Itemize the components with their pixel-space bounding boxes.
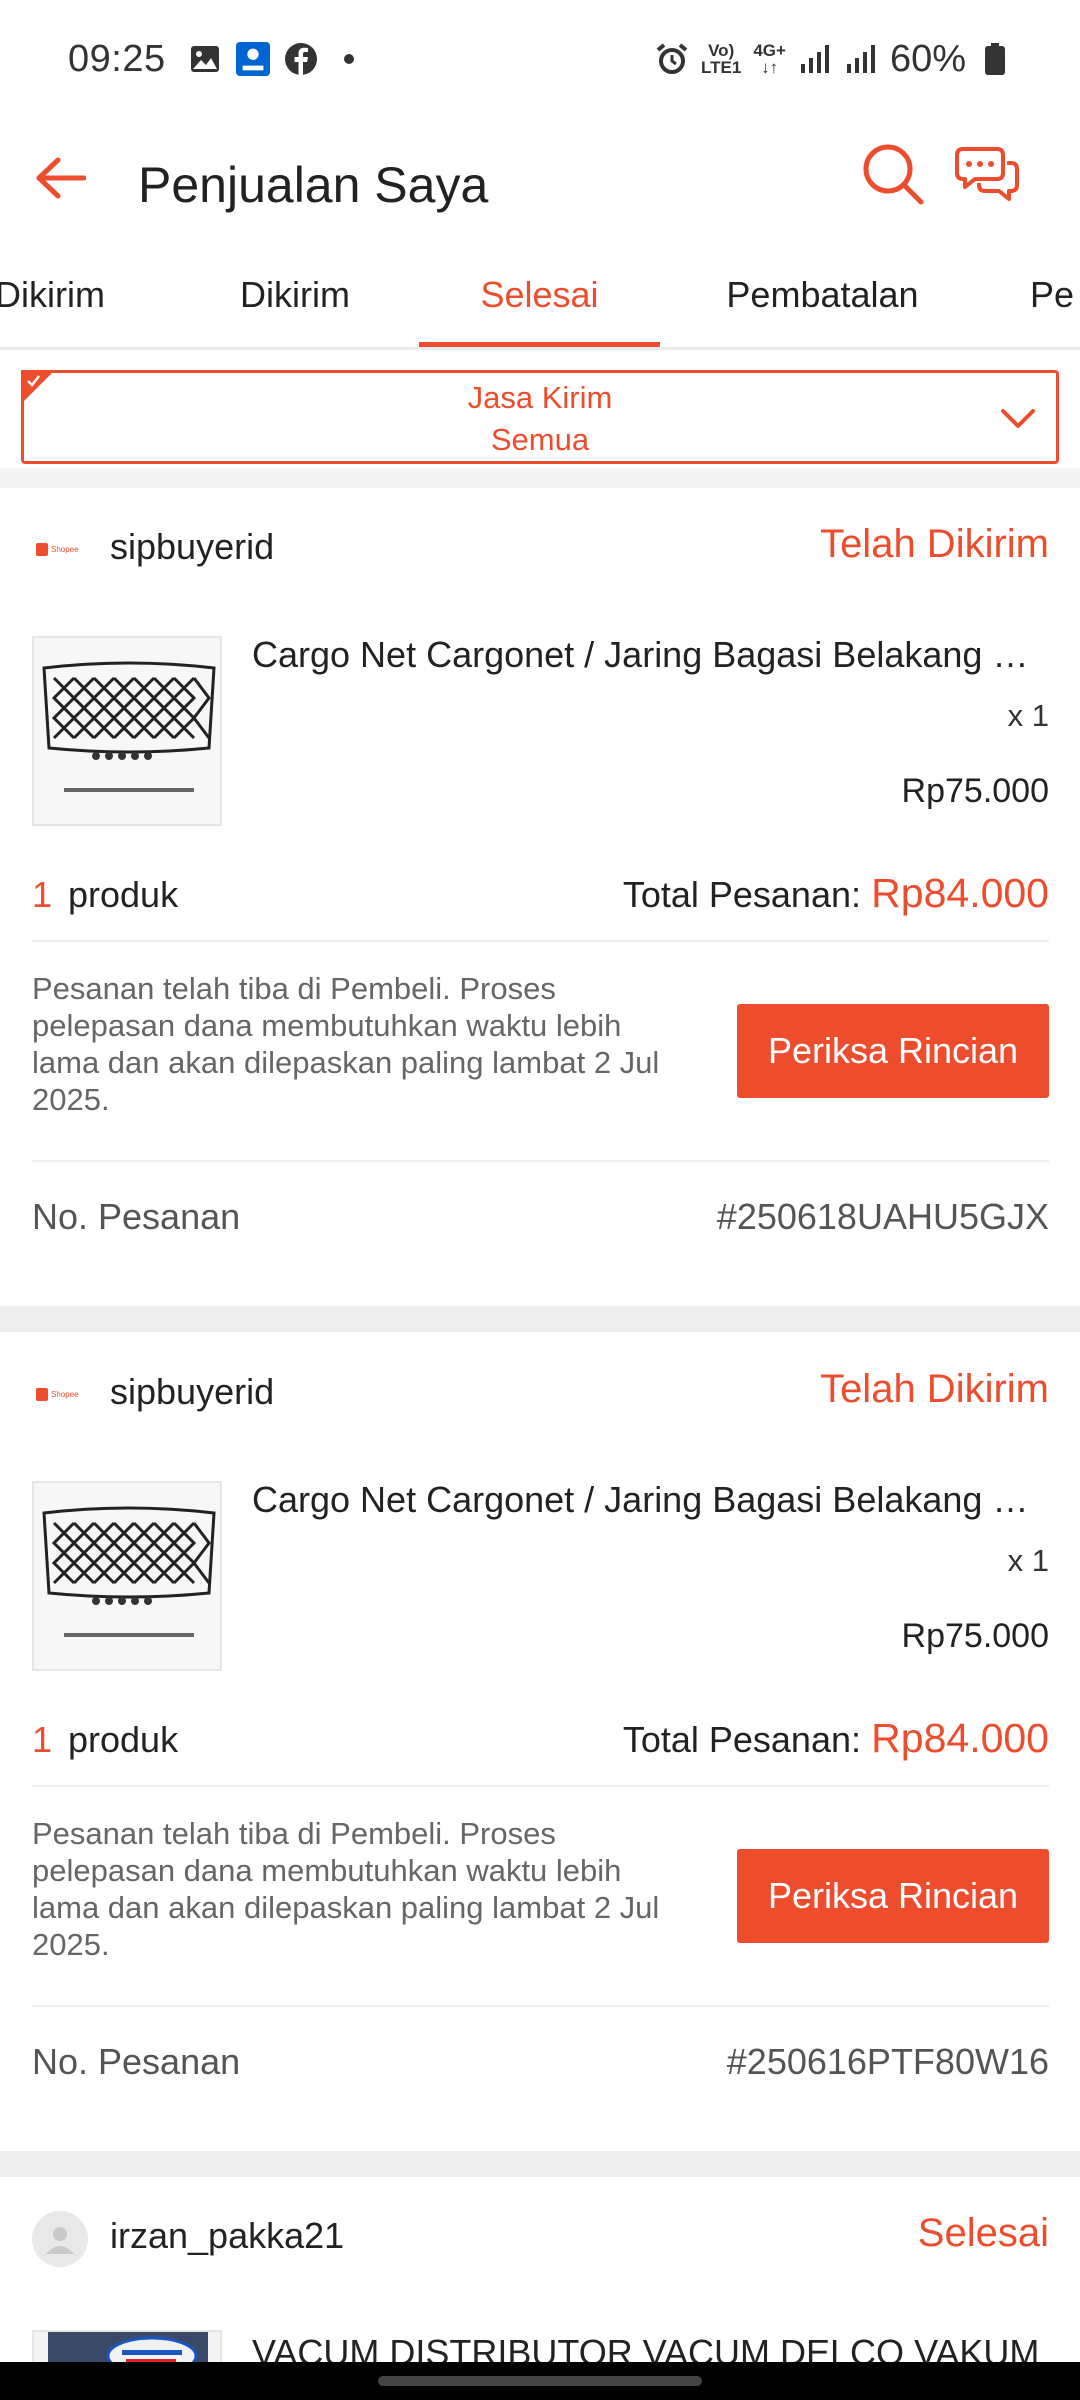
product-quantity: x 1 — [1007, 1543, 1049, 1578]
check-details-button[interactable]: Periksa Rincian — [737, 1849, 1049, 1943]
order-number-label: No. Pesanan — [32, 2041, 241, 2082]
alarm-icon — [655, 42, 689, 76]
order-number-label: No. Pesanan — [32, 1196, 241, 1237]
order-status: Telah Dikirim — [820, 1367, 1049, 1411]
order-summary-row: 1 produk Total Pesanan: Rp84.000 — [32, 1707, 1049, 1787]
volte-indicator: Vo) LTE1 — [701, 41, 742, 77]
fund-release-info-row: Pesanan telah tiba di Pembeli. Proses pe… — [32, 944, 1049, 1162]
back-arrow-icon[interactable] — [30, 148, 90, 208]
fund-release-info-row: Pesanan telah tiba di Pembeli. Proses pe… — [32, 1789, 1049, 2007]
tiket-app-icon — [235, 42, 270, 76]
section-divider — [0, 1306, 1080, 1332]
battery-icon — [978, 42, 1012, 76]
chat-icon[interactable] — [950, 132, 1024, 214]
order-number-row[interactable]: No. Pesanan #250616PTF80W16 — [32, 2007, 1049, 2115]
page-title: Penjualan Saya — [138, 157, 489, 213]
order-card: Shopee sipbuyerid Telah Dikirim Cargo Ne… — [0, 488, 1080, 1306]
product-count-label: produk — [68, 874, 179, 915]
product-image[interactable] — [32, 1481, 222, 1671]
section-divider — [0, 2151, 1080, 2177]
tab-pembatalan[interactable]: Pembatalan — [700, 240, 945, 347]
system-navigation-bar — [0, 2362, 1080, 2400]
shipping-filter-dropdown[interactable]: Jasa Kirim Semua — [21, 370, 1059, 464]
order-number-row[interactable]: No. Pesanan #250618UAHU5GJX — [32, 1162, 1049, 1270]
status-time: 09:25 — [68, 37, 166, 80]
filter-label: Jasa Kirim Semua — [24, 377, 1056, 461]
order-card: Shopee sipbuyerid Telah Dikirim Cargo Ne… — [0, 1333, 1080, 2151]
order-status: Telah Dikirim — [820, 522, 1049, 566]
order-number: #250616PTF80W16 — [726, 2041, 1049, 2082]
order-number: #250618UAHU5GJX — [716, 1196, 1049, 1237]
total-label: Total Pesanan: — [622, 1719, 861, 1760]
shop-row[interactable]: Shopee sipbuyerid Telah Dikirim — [0, 1333, 1080, 1457]
avatar — [32, 2211, 88, 2267]
search-icon[interactable] — [858, 134, 928, 214]
order-status-tabs: Dikirim Dikirim Selesai Pembatalan Pe — [0, 240, 1080, 350]
total-amount: Rp84.000 — [871, 1715, 1049, 1761]
fund-release-note: Pesanan telah tiba di Pembeli. Proses pe… — [32, 971, 660, 1117]
product-count: 1 — [32, 874, 53, 915]
facebook-icon — [284, 42, 318, 76]
home-gesture-handle[interactable] — [378, 2376, 702, 2386]
battery-percent: 60% — [889, 37, 966, 80]
system-status-icons: Vo) LTE1 4G+ ↓↑ 60% — [655, 38, 1012, 81]
notification-icons — [188, 42, 366, 76]
more-notifications-dot — [332, 42, 366, 76]
buyer-name: sipbuyerid — [110, 1371, 275, 1412]
network-type-indicator: 4G+ ↓↑ — [753, 41, 786, 77]
product-title[interactable]: Cargo Net Cargonet / Jaring Bagasi Belak… — [252, 634, 1048, 676]
filter-title: Jasa Kirim — [467, 380, 613, 415]
check-details-button[interactable]: Periksa Rincian — [737, 1004, 1049, 1098]
signal-sim2-icon — [844, 42, 878, 76]
shop-row[interactable]: Shopee sipbuyerid Telah Dikirim — [0, 488, 1080, 612]
status-bar: 09:25 Vo) LTE1 4G+ ↓↑ 60% — [0, 0, 1080, 118]
total-label: Total Pesanan: — [622, 874, 861, 915]
product-count: 1 — [32, 1719, 53, 1760]
buyer-name: irzan_pakka21 — [110, 2215, 345, 2256]
tab-pengembalian[interactable]: Pe — [1030, 240, 1080, 347]
filter-value: Semua — [490, 422, 590, 457]
total-amount: Rp84.000 — [871, 870, 1049, 916]
active-tab-indicator — [419, 342, 660, 347]
product-count-label: produk — [68, 1719, 179, 1760]
order-status: Selesai — [917, 2211, 1049, 2255]
fund-release-note: Pesanan telah tiba di Pembeli. Proses pe… — [32, 1816, 660, 1962]
product-image[interactable] — [32, 636, 222, 826]
tab-selesai[interactable]: Selesai — [419, 240, 660, 347]
product-title[interactable]: Cargo Net Cargonet / Jaring Bagasi Belak… — [252, 1479, 1048, 1521]
tab-perlu-dikirim[interactable]: Dikirim — [0, 240, 150, 347]
product-quantity: x 1 — [1007, 698, 1049, 733]
signal-sim1-icon — [798, 42, 832, 76]
product-price: Rp75.000 — [901, 1617, 1049, 1655]
order-summary-row: 1 produk Total Pesanan: Rp84.000 — [32, 862, 1049, 942]
section-divider — [0, 468, 1080, 488]
shopee-logo-icon: Shopee — [36, 538, 86, 560]
tab-dikirim[interactable]: Dikirim — [175, 240, 415, 347]
shop-row[interactable]: irzan_pakka21 Selesai — [0, 2177, 1080, 2301]
chevron-down-icon — [1001, 409, 1035, 428]
shopee-logo-icon: Shopee — [36, 1383, 86, 1405]
buyer-name: sipbuyerid — [110, 526, 275, 567]
gallery-icon — [188, 42, 222, 76]
product-price: Rp75.000 — [901, 772, 1049, 810]
